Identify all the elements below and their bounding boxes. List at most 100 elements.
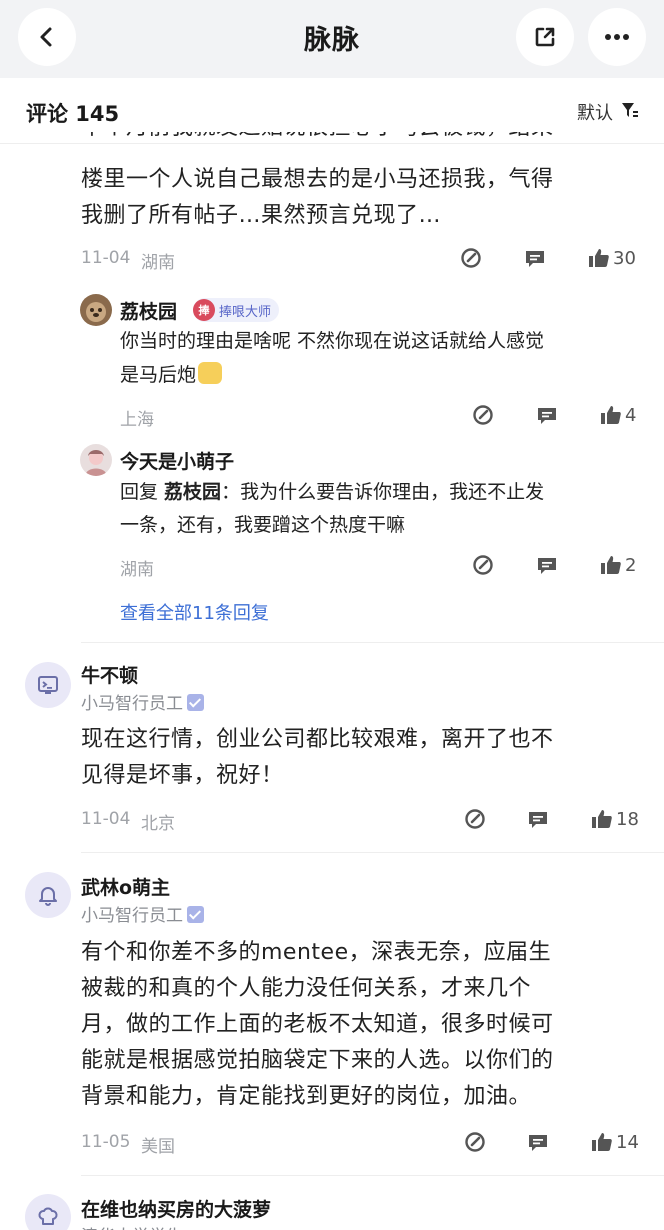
reply-text-segment: 是马后炮 [120,364,197,386]
thumbs-up-icon [589,249,609,267]
sort-dropdown[interactable]: 默认 [577,99,613,125]
reply-text-line: 一条，还有，我要蹭这个热度干嘛 [120,514,406,536]
badge-label: 捧哏大师 [219,304,272,320]
share-comment-button[interactable] [460,247,482,269]
terminal-avatar-icon [38,676,58,694]
comment-text-line: 现在这行情，创业公司都比较艰难，离开了也不 [81,727,554,752]
comment-text-line: 半个月前我就发过贴说很担心小马会被裁，结果 [81,132,641,146]
chef-avatar-icon [38,1207,58,1225]
user-company-title: 小马智行员工 [81,906,183,926]
share-comment-button[interactable] [464,808,486,830]
reply-button[interactable] [524,248,546,270]
comment-bubble-icon [538,558,556,574]
comment-date: 11-04 [81,809,131,829]
thumbs-up-icon [601,556,621,574]
comment-date: 11-04 [81,248,131,268]
reply-username[interactable]: 今天是小萌子 [120,447,234,474]
more-dots-icon [605,34,629,40]
reply-button[interactable] [536,405,558,427]
share-comment-button[interactable] [472,554,494,576]
avatar[interactable] [80,294,112,326]
reply-text-line: 是马后炮 [120,359,223,391]
comment-location: 湖南 [141,253,175,273]
comment-text-line: 有个和你差不多的mentee，深表无奈，应届生 [81,940,552,965]
view-all-replies-link[interactable]: 查看全部11条回复 [120,599,269,625]
comment-user-subtitle: 小马智行员工 [81,901,204,926]
thumbs-up-icon [592,1133,612,1151]
like-count: 2 [625,554,637,576]
bell-avatar-icon [39,887,57,906]
reply-text-segment: ：我为什么要告诉你理由，我还不止发 [221,481,545,503]
comment-location: 北京 [141,814,175,834]
forward-compass-icon [465,809,485,829]
user-company-title: 小马智行员工 [81,694,183,714]
avatar[interactable] [25,1194,71,1230]
like-button[interactable]: 2 [600,554,636,576]
comment-username[interactable]: 牛不顿 [81,661,138,688]
share-comment-button[interactable] [472,404,494,426]
reply-button[interactable] [527,1132,549,1154]
like-count: 14 [616,1131,639,1153]
user-avatar-icon [86,302,106,322]
reply-prefix: 回复 [120,481,165,503]
reply-text-line: 回复 荔枝园：我为什么要告诉你理由，我还不止发 [120,476,544,508]
comment-text-line: 背景和能力，肯定能找到更好的岗位，加油。 [81,1084,532,1109]
comment-date: 11-05 [81,1132,131,1152]
user-avatar-icon [85,450,107,476]
divider [81,852,664,853]
comment-bubble-icon [538,408,556,424]
like-count: 30 [613,247,636,269]
avatar[interactable] [80,444,112,476]
top-nav-bar: 脉脉 [0,0,664,78]
share-external-icon [535,27,555,47]
comments-count-title: 评论 145 [26,102,120,126]
comment-text-partial: 半个月前我就发过贴说很担心小马会被裁，结果 [81,132,641,146]
verified-check-icon [187,906,204,923]
divider [81,1175,664,1176]
comment-username[interactable]: 武林o萌主 [81,873,170,900]
like-button[interactable]: 18 [591,808,639,830]
forward-compass-icon [473,555,493,575]
reply-button[interactable] [536,555,558,577]
badge-icon: 捧 [193,299,215,321]
like-button[interactable]: 4 [600,404,636,426]
comment-bubble-icon [529,812,547,828]
comment-text-line: 楼里一个人说自己最想去的是小马还损我，气得 [81,167,554,192]
reply-location: 湖南 [120,560,154,580]
laughing-emoji-icon [198,362,223,384]
sort-filter-icon[interactable] [621,102,639,118]
comment-bubble-icon [529,1135,547,1151]
reply-location: 上海 [120,410,154,430]
comment-user-subtitle: 小马智行员工 [81,689,204,714]
comment-text-line: 月，做的工作上面的老板不太知道，很多时候可 [81,1012,554,1037]
comment-user-subtitle: 清华大学学生 [81,1222,183,1230]
avatar[interactable] [25,662,71,708]
like-button[interactable]: 14 [591,1131,639,1153]
forward-compass-icon [465,1132,485,1152]
divider [81,642,664,643]
share-button[interactable] [516,8,574,66]
more-button[interactable] [588,8,646,66]
forward-compass-icon [461,248,481,268]
like-button[interactable]: 30 [588,247,636,269]
comment-username[interactable]: 在维也纳买房的大菠萝 [81,1195,271,1222]
thumbs-up-icon [592,810,612,828]
reply-username[interactable]: 荔枝园 [120,297,177,324]
reply-button[interactable] [527,809,549,831]
share-comment-button[interactable] [464,1131,486,1153]
like-count: 18 [616,808,639,830]
thumbs-up-icon [601,406,621,424]
comment-bubble-icon [526,251,544,267]
reply-mention[interactable]: 荔枝园 [164,481,221,503]
comment-text-line: 见得是坏事，祝好！ [81,763,284,788]
verified-check-icon [187,694,204,711]
reply-text-line: 你当时的理由是啥呢 不然你现在说这话就给人感觉 [120,330,545,352]
comment-text-line: 我删了所有帖子…果然预言兑现了… [81,203,442,228]
like-count: 4 [625,404,637,426]
avatar[interactable] [25,872,71,918]
forward-compass-icon [473,405,493,425]
comment-text-line: 被裁的和真的个人能力没任何关系，才来几个 [81,976,532,1001]
user-title-badge: 捧 捧哏大师 [193,298,280,322]
comment-text-line: 能就是根据感觉拍脑袋定下来的人选。以你们的 [81,1048,554,1073]
comment-location: 美国 [141,1137,175,1157]
